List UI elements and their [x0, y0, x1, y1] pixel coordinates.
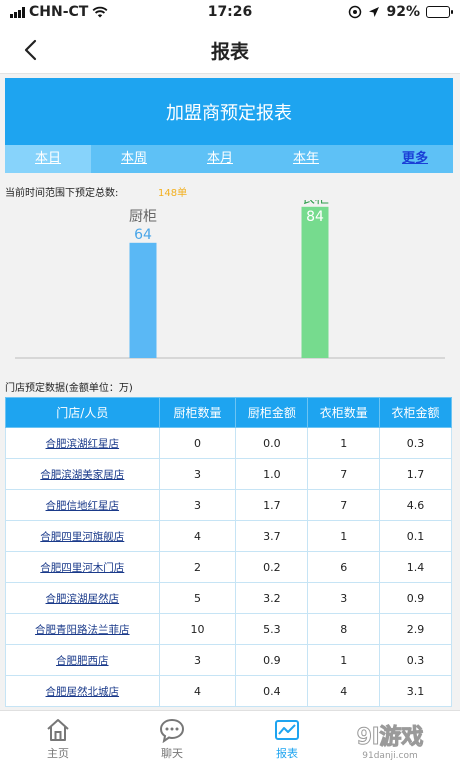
cell-cabinet-amount: 3.2 [235, 582, 309, 614]
table-row: 合肥四里河旗舰店 4 3.7 1 0.1 [5, 520, 452, 552]
cell-cabinet-qty: 4 [158, 520, 237, 552]
page-title: 报表 [210, 41, 249, 63]
watermark-logo: 9l游戏 91danji.com [356, 724, 424, 762]
status-bar: CHN-CT 17:26 92% [0, 0, 460, 26]
booking-bar-chart: 厨柜 衣柜 64 84 [15, 200, 445, 359]
store-link[interactable]: 合肥滨湖红星店 [5, 427, 160, 459]
cell-wardrobe-amount: 1.4 [379, 551, 452, 583]
bottom-tab-report-label: 报表 [276, 747, 298, 760]
banner-title: 加盟商预定报表 [166, 102, 292, 124]
table-row: 合肥居然北城店 4 0.4 4 3.1 [5, 675, 452, 707]
cell-wardrobe-qty: 8 [307, 613, 381, 645]
store-link[interactable]: 合肥信地红星店 [5, 489, 160, 521]
cell-wardrobe-amount: 1.7 [379, 458, 452, 490]
more-link[interactable]: 更多 [377, 145, 453, 173]
cell-wardrobe-amount: 0.3 [379, 427, 452, 459]
header-cabinet-qty: 厨柜数量 [158, 397, 237, 428]
cell-cabinet-qty: 2 [158, 551, 237, 583]
cell-cabinet-qty: 3 [158, 458, 237, 490]
cell-cabinet-amount: 0.2 [235, 551, 309, 583]
store-link[interactable]: 合肥滨湖居然店 [5, 582, 160, 614]
bar-value-cabinet: 64 [134, 227, 152, 243]
table-row: 合肥青阳路法兰菲店 10 5.3 8 2.9 [5, 613, 452, 645]
cell-cabinet-qty: 0 [158, 427, 237, 459]
table-row: 合肥四里河木门店 2 0.2 6 1.4 [5, 551, 452, 583]
report-icon [275, 720, 299, 740]
cell-wardrobe-amount: 3.1 [379, 675, 452, 707]
cell-cabinet-qty: 3 [158, 644, 237, 676]
bottom-tab-report[interactable]: 报表 [257, 717, 317, 761]
report-banner: 加盟商预定报表 [5, 78, 453, 145]
store-link[interactable]: 合肥四里河木门店 [5, 551, 160, 583]
cell-cabinet-qty: 4 [158, 675, 237, 707]
cell-cabinet-amount: 0.4 [235, 675, 309, 707]
cell-cabinet-qty: 10 [158, 613, 237, 645]
period-tabs: 本日 本周 本月 本年 更多 [5, 145, 453, 173]
table-title: 门店预定数据(金额单位：万) [5, 383, 133, 394]
table-row: 合肥滨湖红星店 0 0.0 1 0.3 [5, 427, 452, 459]
cell-cabinet-amount: 1.0 [235, 458, 309, 490]
cell-wardrobe-amount: 0.1 [379, 520, 452, 552]
table-header-row: 门店/人员 厨柜数量 厨柜金额 衣柜数量 衣柜金额 [5, 397, 452, 428]
cell-cabinet-amount: 0.0 [235, 427, 309, 459]
cell-cabinet-qty: 5 [158, 582, 237, 614]
header-wardrobe-amount: 衣柜金额 [379, 397, 452, 428]
cell-wardrobe-qty: 4 [307, 675, 381, 707]
summary-count: 148单 [158, 188, 188, 199]
cell-wardrobe-qty: 1 [307, 644, 381, 676]
watermark-subtext: 91danji.com [362, 751, 417, 761]
orientation-lock-icon [349, 5, 362, 19]
bar-label-wardrobe: 衣柜 [301, 200, 329, 207]
status-right: 92% [348, 4, 453, 20]
watermark-text: 9l游戏 [357, 724, 424, 750]
battery-icon [426, 6, 453, 18]
header-cabinet-amount: 厨柜金额 [235, 397, 309, 428]
cell-wardrobe-qty: 7 [307, 489, 381, 521]
cell-cabinet-qty: 3 [158, 489, 237, 521]
bar-cabinet [129, 242, 157, 358]
table-row: 合肥信地红星店 3 1.7 7 4.6 [5, 489, 452, 521]
cell-cabinet-amount: 5.3 [235, 613, 309, 645]
table-row: 合肥滨湖居然店 5 3.2 3 0.9 [5, 582, 452, 614]
tab-month[interactable]: 本月 [177, 145, 263, 173]
cell-cabinet-amount: 3.7 [235, 520, 309, 552]
store-link[interactable]: 合肥四里河旗舰店 [5, 520, 160, 552]
bottom-tab-chat[interactable]: 聊天 [142, 717, 202, 761]
cell-wardrobe-amount: 0.3 [379, 644, 452, 676]
tab-week[interactable]: 本周 [91, 145, 177, 173]
store-link[interactable]: 合肥居然北城店 [5, 675, 160, 707]
cell-wardrobe-qty: 7 [307, 458, 381, 490]
cell-cabinet-amount: 1.7 [235, 489, 309, 521]
cell-wardrobe-qty: 6 [307, 551, 381, 583]
header-store: 门店/人员 [5, 397, 160, 428]
cell-wardrobe-amount: 0.9 [379, 582, 452, 614]
bottom-tab-chat-label: 聊天 [161, 747, 183, 760]
cell-wardrobe-amount: 4.6 [379, 489, 452, 521]
battery-percent: 92% [386, 4, 420, 20]
tab-today[interactable]: 本日 [5, 145, 91, 173]
cell-wardrobe-qty: 3 [307, 582, 381, 614]
summary-label: 当前时间范围下预定总数: [5, 188, 119, 199]
home-icon [47, 719, 69, 741]
header-wardrobe-qty: 衣柜数量 [307, 397, 381, 428]
chat-icon [159, 718, 185, 743]
cell-wardrobe-qty: 1 [307, 427, 381, 459]
cell-cabinet-amount: 0.9 [235, 644, 309, 676]
bar-value-wardrobe: 84 [306, 209, 324, 225]
bar-wardrobe [301, 206, 329, 358]
bottom-tab-home[interactable]: 主页 [28, 717, 88, 761]
bar-label-cabinet: 厨柜 [129, 209, 157, 225]
store-booking-table: 门店/人员 厨柜数量 厨柜金额 衣柜数量 衣柜金额 合肥滨湖红星店 0 0.0 … [5, 397, 452, 707]
store-link[interactable]: 合肥青阳路法兰菲店 [5, 613, 160, 645]
nav-bar: 报表 [0, 26, 460, 74]
location-icon [369, 7, 380, 17]
cell-wardrobe-amount: 2.9 [379, 613, 452, 645]
tab-year[interactable]: 本年 [263, 145, 349, 173]
bottom-tab-home-label: 主页 [47, 747, 69, 760]
table-row: 合肥滨湖美家居店 3 1.0 7 1.7 [5, 458, 452, 490]
store-link[interactable]: 合肥滨湖美家居店 [5, 458, 160, 490]
table-row: 合肥肥西店 3 0.9 1 0.3 [5, 644, 452, 676]
store-link[interactable]: 合肥肥西店 [5, 644, 160, 676]
cell-wardrobe-qty: 1 [307, 520, 381, 552]
